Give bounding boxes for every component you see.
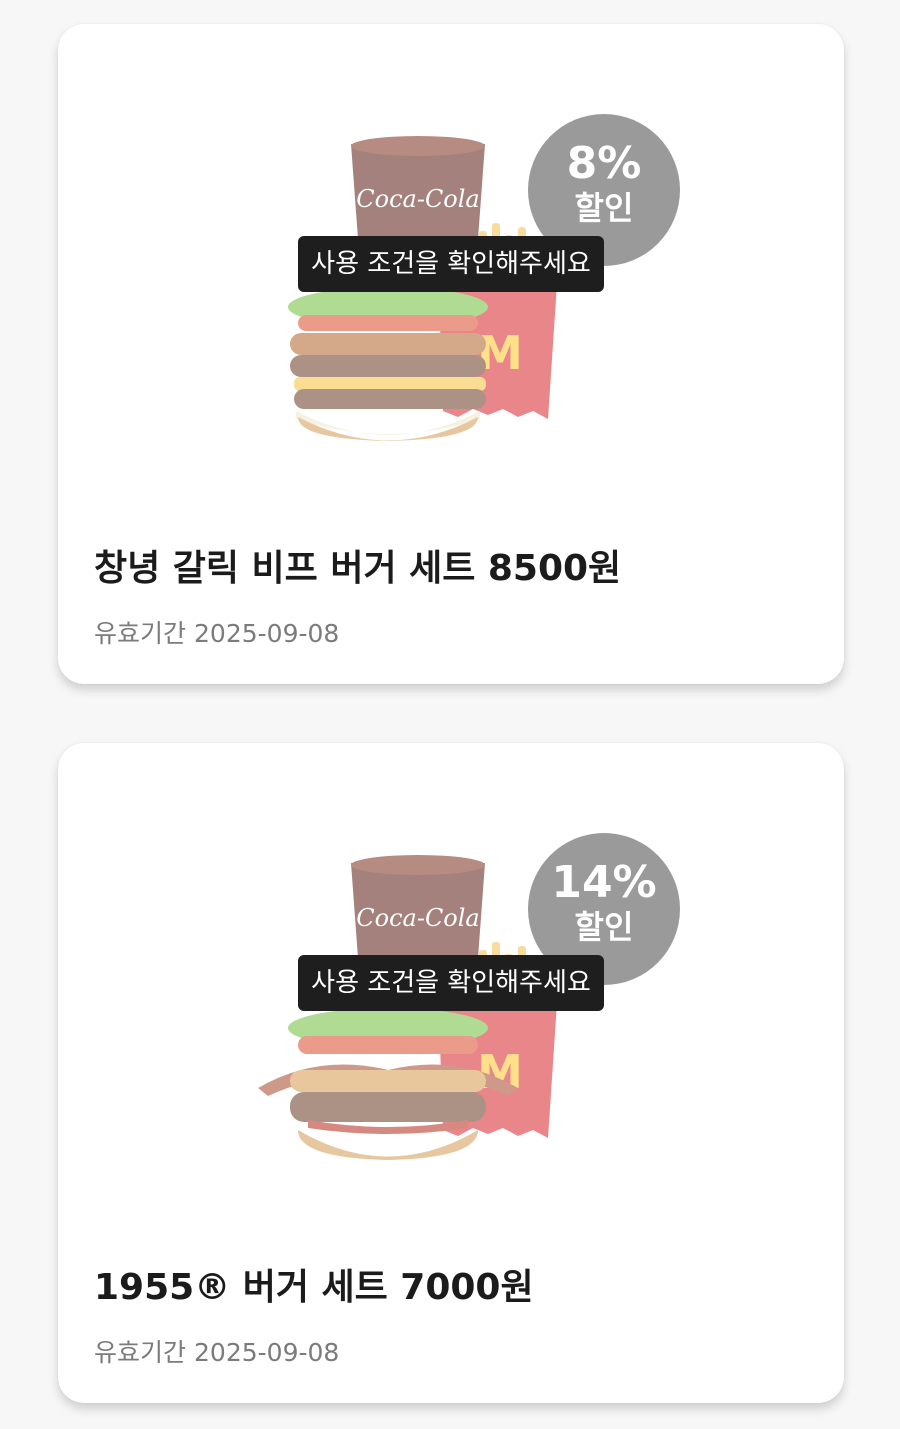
- coupon-list: M Coca-Cola 8% 할인 사용 조건을 확인해주세요 창녕 갈릭 비프…: [0, 0, 900, 1429]
- condition-tooltip[interactable]: 사용 조건을 확인해주세요: [298, 236, 604, 292]
- coupon-media: M Coca-Cola 14% 할인 사용 조건을 확인해주세요: [58, 743, 844, 1213]
- coupon-title: 1955® 버거 세트 7000원: [94, 1267, 534, 1308]
- expiry-date: 2025-09-08: [194, 1338, 340, 1367]
- expiry-info: 유효기간 2025-09-08: [94, 1333, 339, 1369]
- expiry-label: 유효기간: [94, 1338, 187, 1367]
- svg-text:Coca-Cola: Coca-Cola: [356, 185, 479, 213]
- svg-text:Coca-Cola: Coca-Cola: [356, 904, 479, 932]
- coupon-media: M Coca-Cola 8% 할인 사용 조건을 확인해주세요: [58, 24, 844, 494]
- expiry-info: 유효기간 2025-09-08: [94, 614, 339, 650]
- expiry-label: 유효기간: [94, 619, 187, 648]
- discount-percent: 14%: [551, 857, 657, 908]
- coupon-title: 창녕 갈릭 비프 버거 세트 8500원: [94, 548, 622, 589]
- discount-percent: 8%: [566, 138, 642, 189]
- discount-label: 할인: [574, 189, 634, 227]
- condition-tooltip[interactable]: 사용 조건을 확인해주세요: [298, 955, 604, 1011]
- coupon-card[interactable]: M Coca-Cola 8% 할인 사용 조건을 확인해주세요 창녕 갈릭 비프…: [58, 24, 844, 684]
- expiry-date: 2025-09-08: [194, 619, 340, 648]
- coupon-card[interactable]: M Coca-Cola 14% 할인 사용 조건을 확인해주세요 1955® 버…: [58, 743, 844, 1403]
- discount-label: 할인: [574, 908, 634, 946]
